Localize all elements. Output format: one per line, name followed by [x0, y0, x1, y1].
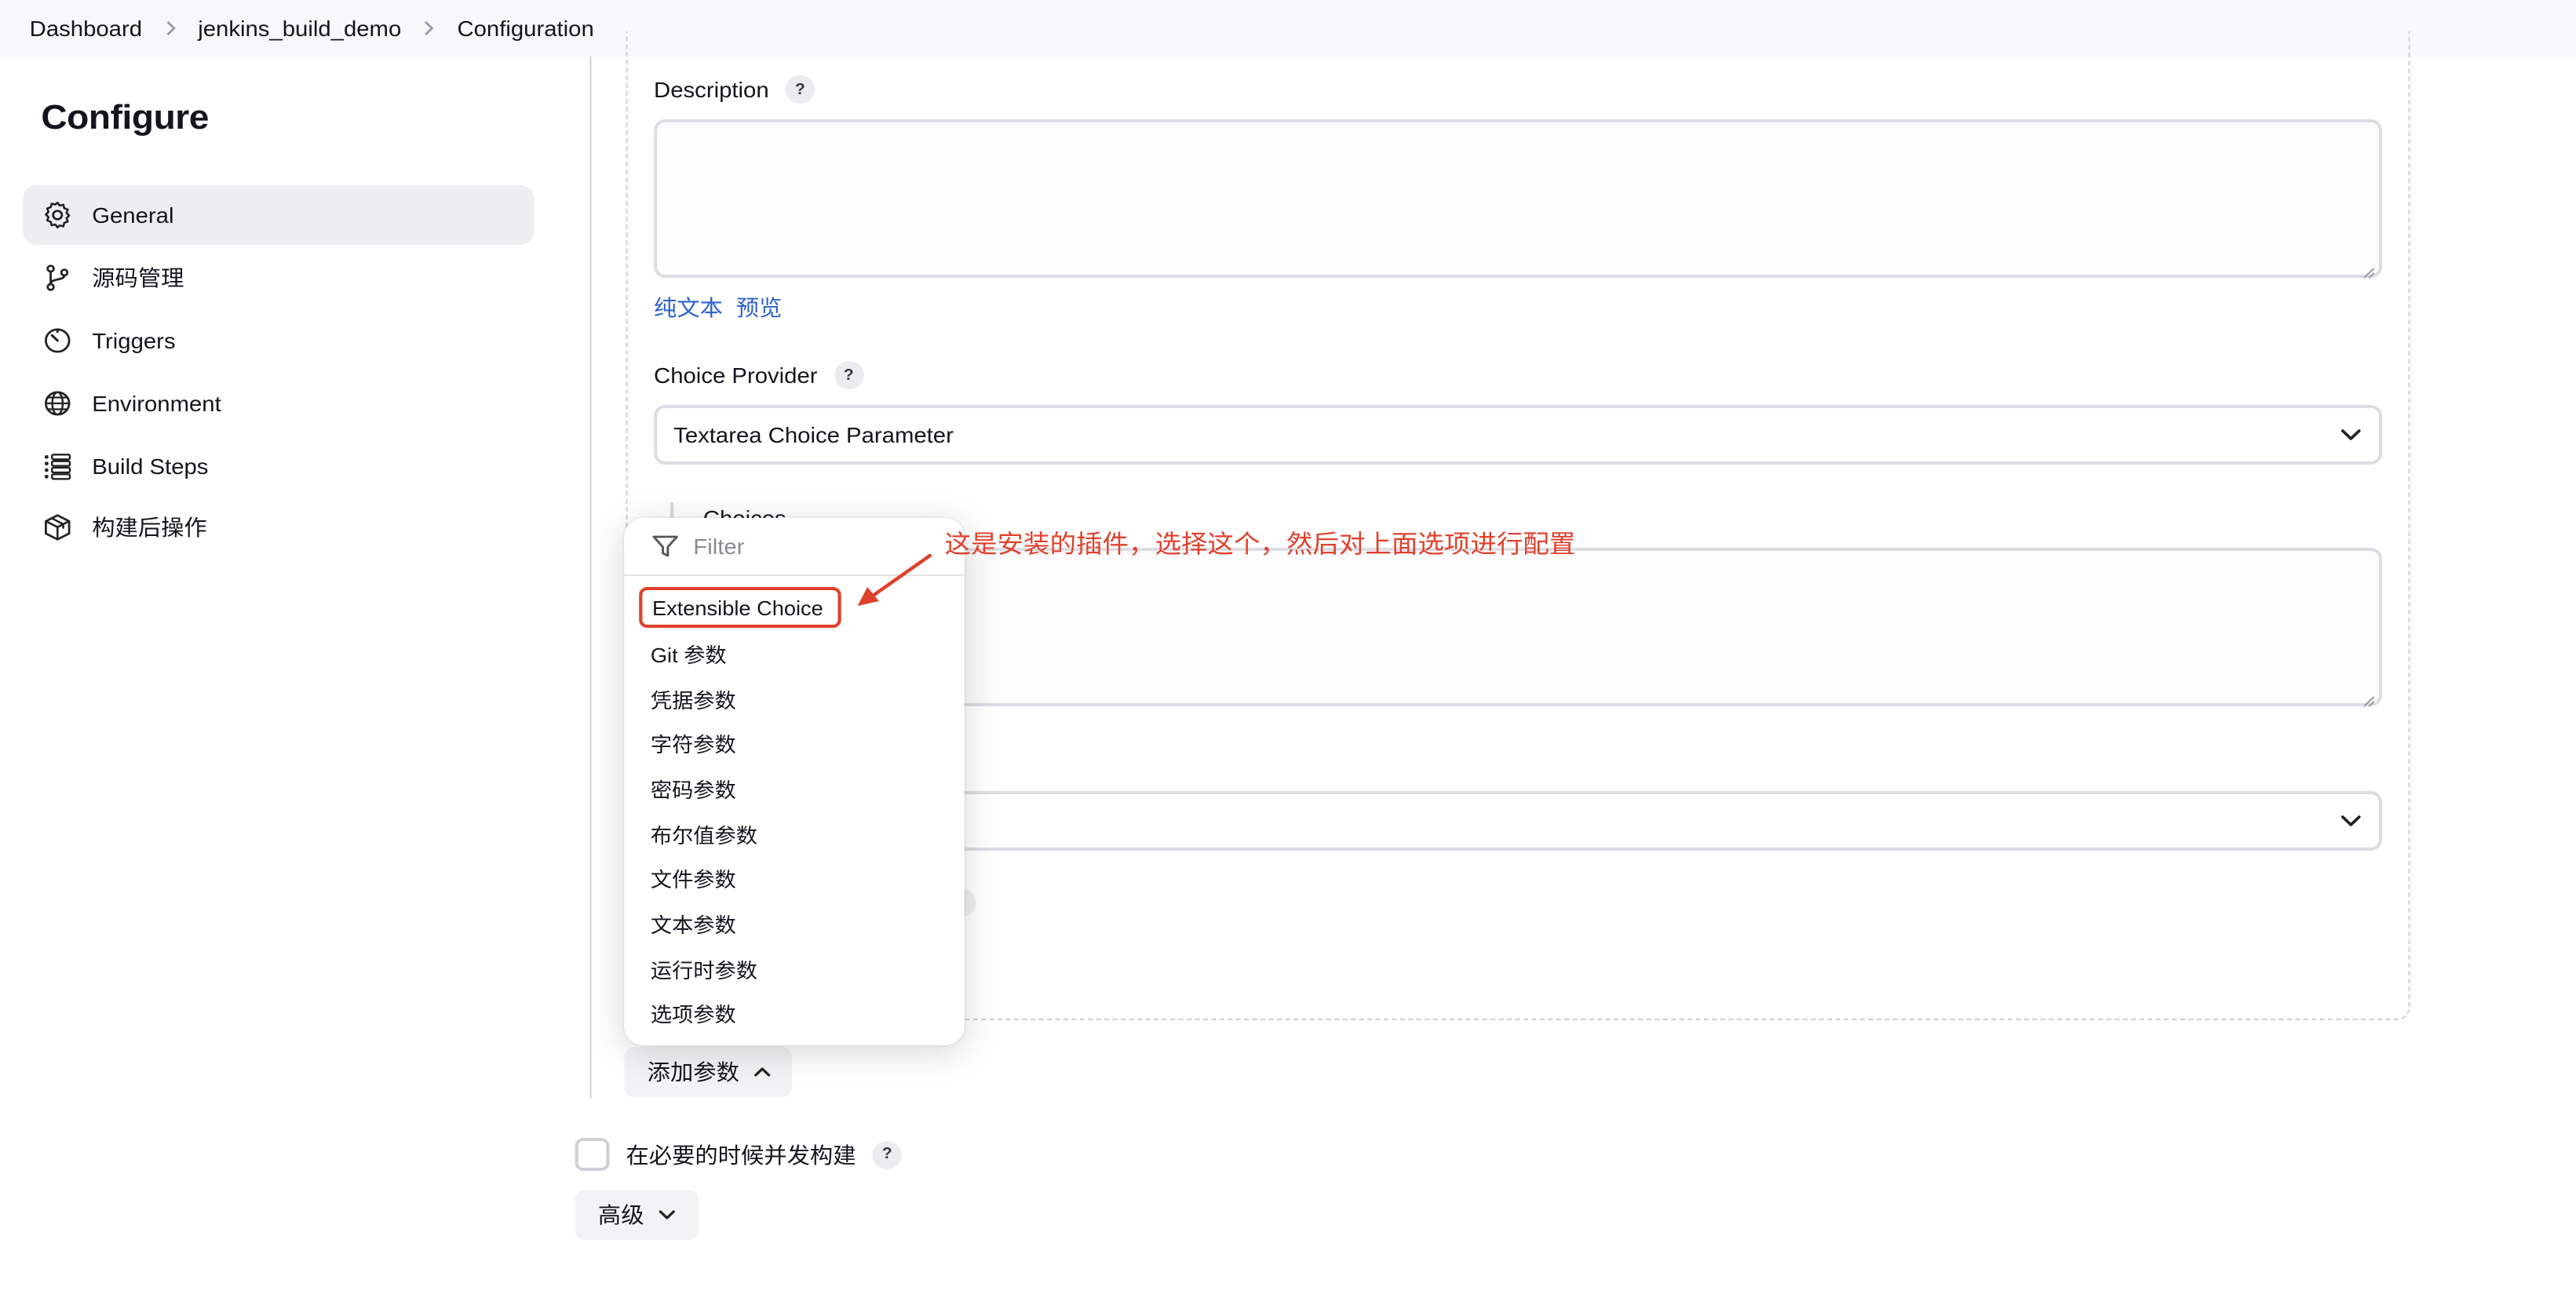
- choices-textarea[interactable]: [964, 548, 2382, 707]
- sidebar-item-label: General: [92, 202, 174, 228]
- add-parameter-label: 添加参数: [647, 1059, 739, 1085]
- menu-item-text-parameter[interactable]: 文本参数: [637, 902, 951, 943]
- sidebar-item-build-steps[interactable]: Build Steps: [23, 436, 534, 496]
- chevron-down-icon: [659, 1210, 675, 1220]
- filter-icon: [652, 535, 678, 557]
- plain-text-link[interactable]: 纯文本: [654, 292, 723, 323]
- menu-item-file-parameter[interactable]: 文件参数: [637, 857, 951, 898]
- menu-item-extensible-choice[interactable]: Extensible Choice: [639, 587, 841, 628]
- sidebar-item-post-build[interactable]: 构建后操作: [23, 498, 534, 557]
- preview-link[interactable]: 预览: [736, 292, 783, 323]
- sidebar-item-general[interactable]: General: [23, 185, 535, 245]
- sidebar-item-environment[interactable]: Environment: [23, 374, 534, 433]
- description-label-text: Description: [654, 77, 769, 102]
- choice-provider-label: Choice Provider ?: [654, 361, 864, 389]
- section-divider: [589, 57, 592, 1099]
- menu-item-password-parameter[interactable]: 密码参数: [637, 767, 951, 808]
- timer-icon: [41, 325, 74, 356]
- chevron-down-icon: [2340, 424, 2363, 446]
- chevron-down-icon: [2340, 810, 2363, 832]
- concurrent-build-label-text: 在必要的时候并发构建: [626, 1142, 856, 1167]
- annotation-text: 这是安装的插件，选择这个，然后对上面选项进行配置: [944, 529, 1576, 559]
- annotation-arrow-icon: [857, 553, 932, 606]
- description-label: Description ?: [654, 75, 815, 104]
- sidebar-item-label: Triggers: [92, 328, 176, 353]
- sidebar-item-label: Build Steps: [92, 454, 209, 479]
- list-icon: [41, 450, 74, 482]
- format-links: 纯文本 预览: [654, 292, 782, 323]
- advanced-label: 高级: [597, 1202, 644, 1227]
- gear-icon: [41, 199, 74, 231]
- breadcrumb-dashboard[interactable]: Dashboard: [30, 16, 142, 41]
- page-title: Configure: [41, 97, 209, 137]
- menu-item-boolean-parameter[interactable]: 布尔值参数: [637, 813, 951, 854]
- chevron-up-icon: [754, 1067, 771, 1077]
- menu-item-choice-parameter[interactable]: 选项参数: [637, 992, 951, 1033]
- menu-item-string-parameter[interactable]: 字符参数: [637, 722, 951, 763]
- description-textarea[interactable]: [654, 119, 2382, 279]
- choice-provider-label-text: Choice Provider: [654, 363, 818, 388]
- concurrent-build-label: 在必要的时候并发构建 ?: [626, 1138, 903, 1171]
- help-icon[interactable]: ?: [872, 1140, 903, 1169]
- sidebar-item-label: 源码管理: [92, 265, 184, 290]
- breadcrumb-job[interactable]: jenkins_build_demo: [198, 16, 401, 41]
- menu-item-git-parameter[interactable]: Git 参数: [637, 633, 951, 673]
- advanced-button[interactable]: 高级: [575, 1190, 699, 1240]
- resize-grip-icon[interactable]: [2363, 259, 2376, 279]
- choice-provider-value: Textarea Choice Parameter: [673, 422, 954, 447]
- sidebar-item-source-code[interactable]: 源码管理: [23, 248, 534, 308]
- chevron-right-icon: [401, 20, 457, 36]
- sidebar-item-triggers[interactable]: Triggers: [23, 311, 534, 370]
- breadcrumb-configuration[interactable]: Configuration: [457, 16, 593, 41]
- menu-item-run-parameter[interactable]: 运行时参数: [637, 948, 951, 989]
- resize-grip-icon[interactable]: [2363, 687, 2376, 707]
- concurrent-build-checkbox[interactable]: [575, 1138, 610, 1171]
- sidebar-item-label: 构建后操作: [92, 515, 207, 540]
- menu-item-credentials-parameter[interactable]: 凭据参数: [637, 678, 951, 719]
- package-icon: [41, 512, 74, 543]
- help-icon[interactable]: ?: [834, 361, 864, 389]
- branch-icon: [41, 262, 74, 294]
- help-icon[interactable]: ?: [785, 75, 815, 104]
- add-parameter-button[interactable]: 添加参数: [624, 1047, 792, 1097]
- chevron-right-icon: [142, 20, 198, 36]
- choice-provider-select[interactable]: Textarea Choice Parameter: [654, 405, 2382, 465]
- sidebar-item-label: Environment: [92, 391, 221, 416]
- globe-icon: [41, 388, 74, 419]
- secondary-select[interactable]: [964, 791, 2382, 851]
